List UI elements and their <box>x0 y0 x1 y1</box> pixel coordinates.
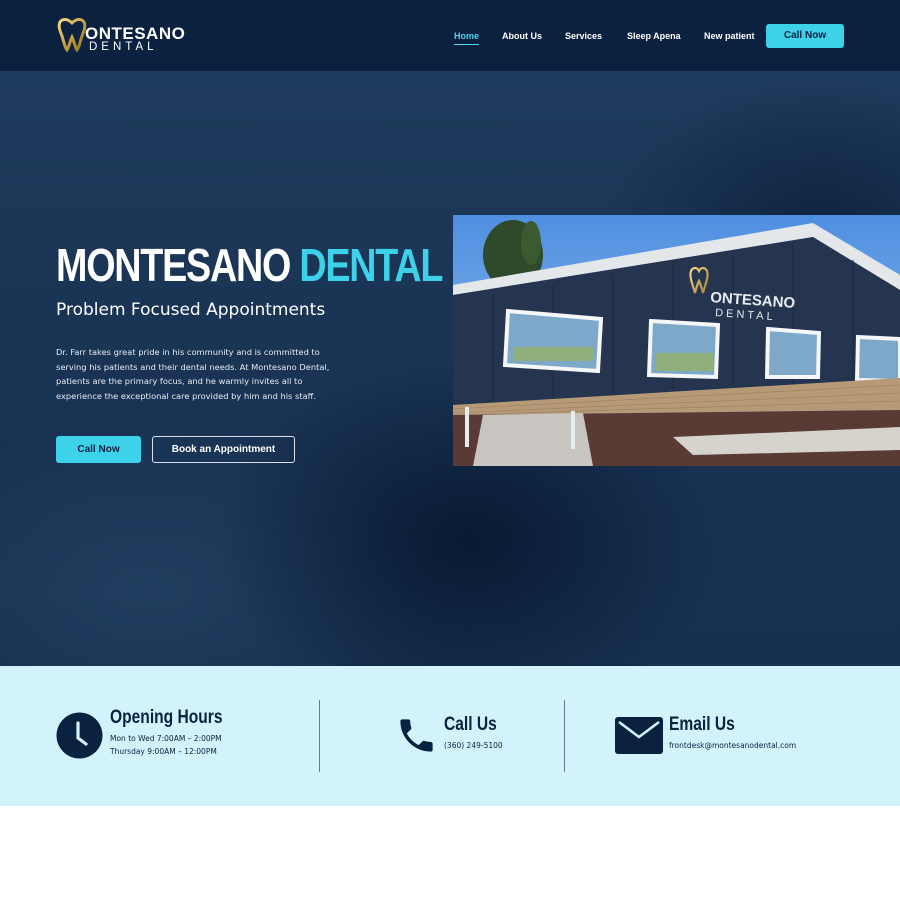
envelope-icon[interactable] <box>615 717 663 754</box>
phone-icon[interactable] <box>395 714 438 757</box>
divider <box>319 700 320 772</box>
header-call-now-button[interactable]: Call Now <box>766 24 844 48</box>
book-appointment-button[interactable]: Book an Appointment <box>152 436 295 463</box>
hours-line-2: Thursday 9:00AM – 12:00PM <box>110 747 217 756</box>
hero-subtitle: Problem Focused Appointments <box>56 300 326 320</box>
email-us-title: Email Us <box>669 714 735 735</box>
hero-title-main: MONTESANO <box>56 239 291 291</box>
nav-item-services[interactable]: Services <box>565 29 602 43</box>
nav-item-new-patient[interactable]: New patient <box>704 29 755 43</box>
hero-section: MONTESANO DENTAL Problem Focused Appoint… <box>0 71 900 666</box>
hours-line-1: Mon to Wed 7:00AM – 2:00PM <box>110 734 222 743</box>
call-us-title: Call Us <box>444 714 497 735</box>
opening-hours-title: Opening Hours <box>110 707 223 728</box>
main-nav: Home About Us Services Sleep Apena New p… <box>0 29 900 45</box>
divider <box>564 700 565 772</box>
phone-number[interactable]: (360) 249-5100 <box>444 741 503 751</box>
site-header: ONTESANO DENTAL Home About Us Services S… <box>0 0 900 71</box>
hero-title-accent: DENTAL <box>299 239 443 291</box>
hero-call-now-button[interactable]: Call Now <box>56 436 141 463</box>
clock-icon <box>56 712 103 759</box>
nav-item-sleep-apena[interactable]: Sleep Apena <box>627 29 681 43</box>
nav-item-home[interactable]: Home <box>454 29 480 45</box>
nav-item-about-us[interactable]: About Us <box>502 29 542 43</box>
office-building-photo: ONTESANO DENTAL <box>453 215 900 466</box>
hero-title: MONTESANO DENTAL <box>56 239 443 291</box>
hero-description: Dr. Farr takes great pride in his commun… <box>56 347 330 402</box>
contact-info-strip: Opening Hours Mon to Wed 7:00AM – 2:00PM… <box>0 666 900 806</box>
email-address[interactable]: frontdesk@montesanodental.com <box>669 741 796 751</box>
